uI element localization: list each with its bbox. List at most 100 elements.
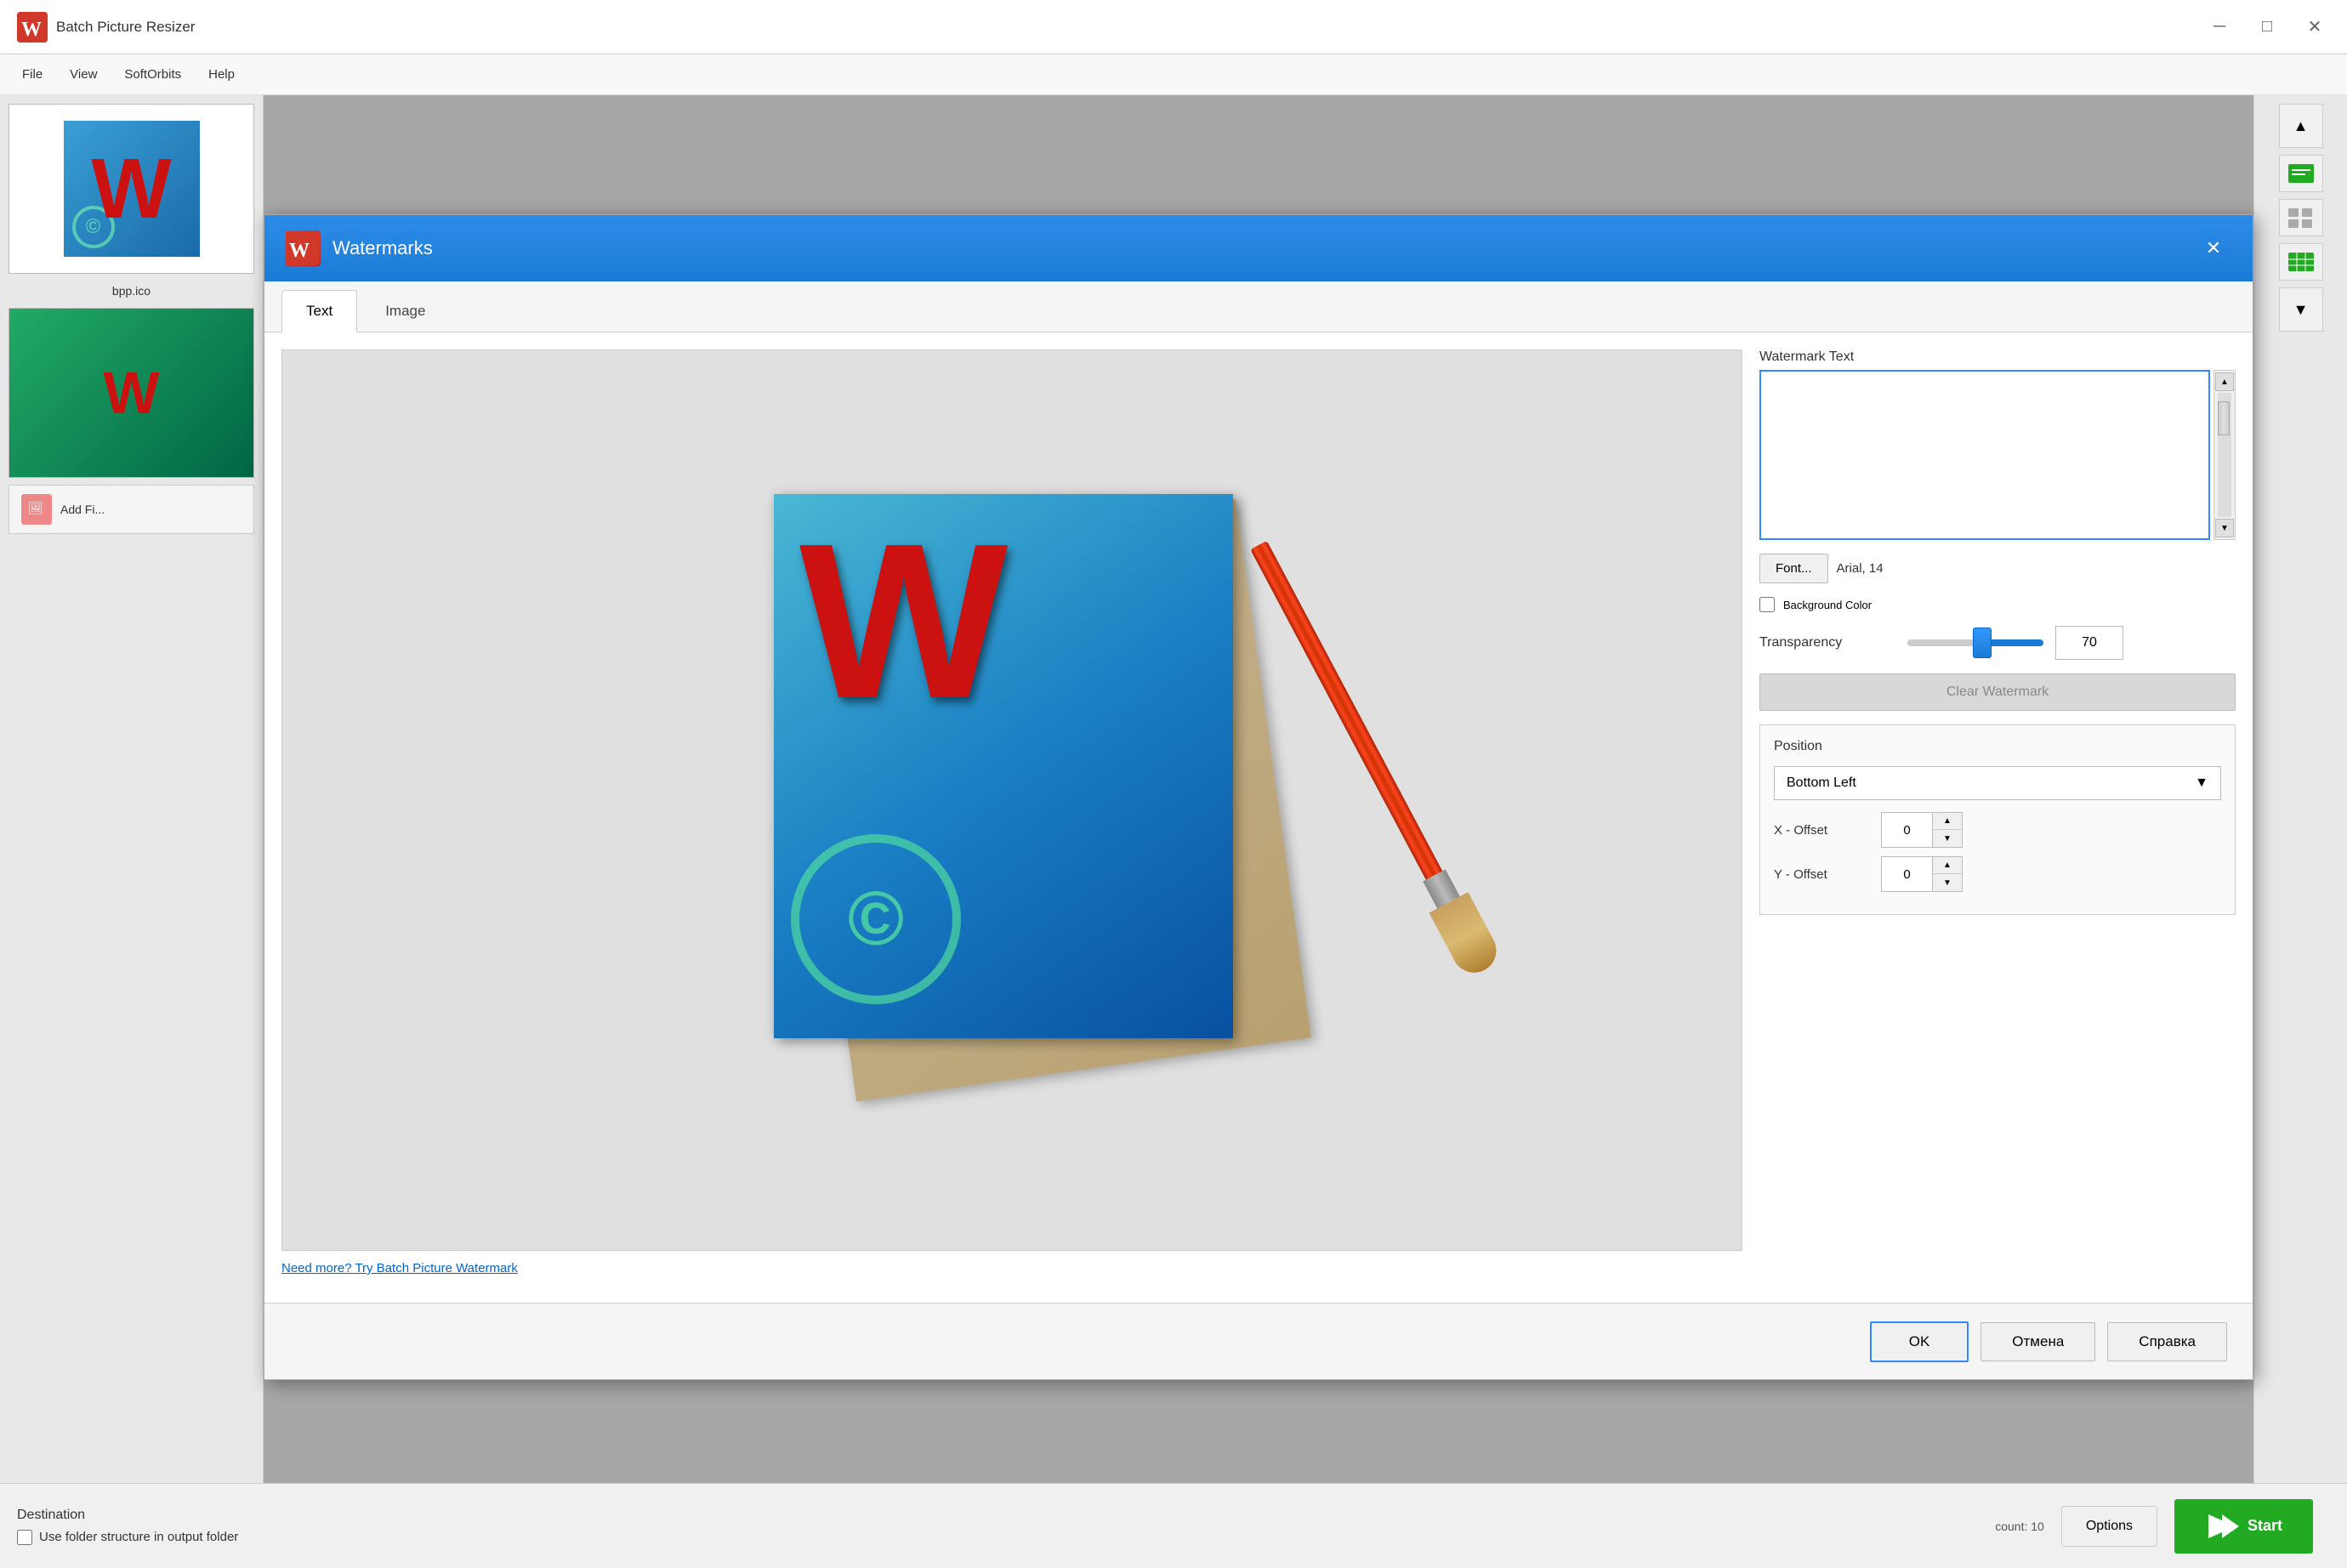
thumbnail-w: W xyxy=(91,140,171,238)
sidebar-thumb-2[interactable]: W xyxy=(9,308,254,478)
preview-image-box: W © xyxy=(281,349,1742,1251)
scroll-up-arrow[interactable]: ▲ xyxy=(2215,372,2234,391)
dropdown-chevron-icon: ▼ xyxy=(2195,775,2208,791)
sidebar-thumb-1[interactable]: W © xyxy=(9,104,254,274)
scroll-down-button[interactable]: ▼ xyxy=(2279,287,2323,332)
bg-color-checkbox[interactable] xyxy=(1759,597,1775,612)
position-section: Position Bottom Left ▼ X - Offset 0 xyxy=(1759,724,2236,915)
y-offset-input[interactable]: 0 xyxy=(1882,857,1933,891)
modal-body: W © xyxy=(264,332,2253,1303)
thumbnail-bg: W © xyxy=(64,121,200,257)
title-bar: W Batch Picture Resizer ─ □ ✕ xyxy=(0,0,2347,54)
sidebar: W © bpp.ico W 🖼 Add Fi... xyxy=(0,95,264,1483)
modal-right-panel: Watermark Text ▲ ▼ xyxy=(1759,349,2236,1286)
x-offset-input[interactable]: 0 xyxy=(1882,813,1933,847)
maximize-button[interactable]: □ xyxy=(2252,12,2282,43)
app-icon: W xyxy=(17,12,48,43)
font-value: Arial, 14 xyxy=(1837,561,1884,576)
view-icon-3[interactable] xyxy=(2279,243,2323,281)
svg-text:W: W xyxy=(289,240,310,262)
app-window: W Batch Picture Resizer ─ □ ✕ File View … xyxy=(0,0,2347,1568)
minimize-button[interactable]: ─ xyxy=(2204,12,2235,43)
view-icon-1[interactable] xyxy=(2279,155,2323,192)
x-offset-row: X - Offset 0 ▲ ▼ xyxy=(1774,812,2221,848)
y-offset-spinner: 0 ▲ ▼ xyxy=(1881,856,1963,892)
cancel-button[interactable]: Отмена xyxy=(1980,1322,2095,1361)
use-folder-checkbox[interactable] xyxy=(17,1530,32,1545)
help-button[interactable]: Справка xyxy=(2107,1322,2227,1361)
app-content: W © bpp.ico W 🖼 Add Fi... xyxy=(0,95,2347,1483)
scroll-track[interactable] xyxy=(2218,393,2231,517)
scroll-down-arrow[interactable]: ▼ xyxy=(2215,519,2234,537)
title-bar-left: W Batch Picture Resizer xyxy=(17,12,195,43)
slider-thumb[interactable] xyxy=(1973,628,1992,658)
x-offset-label: X - Offset xyxy=(1774,823,1867,838)
bottom-left-content: Destination Use folder structure in outp… xyxy=(17,1508,238,1545)
scrollbar: ▲ ▼ xyxy=(2213,370,2236,540)
scroll-thumb xyxy=(2218,401,2230,435)
options-button[interactable]: Options xyxy=(2061,1506,2157,1547)
watermark-text-section: Watermark Text ▲ ▼ xyxy=(1759,349,2236,540)
clear-watermark-button[interactable]: Clear Watermark xyxy=(1759,673,2236,711)
ok-button[interactable]: OK xyxy=(1870,1321,1969,1362)
font-button[interactable]: Font... xyxy=(1759,554,1828,583)
close-button[interactable]: ✕ xyxy=(2299,12,2330,43)
destination-label: Destination xyxy=(17,1508,238,1523)
modal-titlebar: W Watermarks ✕ xyxy=(264,215,2253,281)
start-button[interactable]: Start xyxy=(2174,1499,2313,1554)
transparency-value-input[interactable]: 70 xyxy=(2055,626,2123,660)
tab-text[interactable]: Text xyxy=(281,290,357,332)
y-offset-up-arrow[interactable]: ▲ xyxy=(1933,857,1962,874)
bg-color-label: Background Color xyxy=(1783,599,1872,611)
main-area: W Watermarks ✕ Text Image xyxy=(264,95,2253,1483)
view-icon-2[interactable] xyxy=(2279,199,2323,236)
thumbnail-w2: W xyxy=(103,359,159,427)
modal-tabs: Text Image xyxy=(264,281,2253,332)
use-folder-row: Use folder structure in output folder xyxy=(17,1530,238,1545)
file-count-badge: count: 10 xyxy=(1995,1520,2044,1533)
transparency-slider[interactable] xyxy=(1907,639,2043,646)
menu-softorbits[interactable]: SoftOrbits xyxy=(111,60,195,88)
app-title: Batch Picture Resizer xyxy=(56,19,195,36)
y-offset-down-arrow[interactable]: ▼ xyxy=(1933,874,1962,891)
y-offset-arrows: ▲ ▼ xyxy=(1933,857,1962,891)
add-files-label: Add Fi... xyxy=(60,503,105,516)
menu-file[interactable]: File xyxy=(9,60,56,88)
modal-close-button[interactable]: ✕ xyxy=(2195,230,2232,267)
modal-icon: W xyxy=(285,230,321,266)
bottom-bar: Destination Use folder structure in outp… xyxy=(0,1483,2347,1568)
sidebar-item-label-1: bpp.ico xyxy=(9,281,254,301)
position-dropdown[interactable]: Bottom Left ▼ xyxy=(1774,766,2221,800)
title-bar-controls: ─ □ ✕ xyxy=(2204,12,2330,43)
preview-area: W © xyxy=(281,349,1742,1286)
menu-help[interactable]: Help xyxy=(195,60,248,88)
watermarks-dialog: W Watermarks ✕ Text Image xyxy=(264,214,2253,1380)
x-offset-down-arrow[interactable]: ▼ xyxy=(1933,830,1962,847)
watermark-promo-link[interactable]: Need more? Try Batch Picture Watermark xyxy=(281,1251,1742,1286)
add-files-button[interactable]: 🖼 Add Fi... xyxy=(9,485,254,534)
add-files-icon: 🖼 xyxy=(21,494,52,525)
modal-title-left: W Watermarks xyxy=(285,230,433,266)
modal-overlay: W Watermarks ✕ Text Image xyxy=(264,95,2253,1483)
transparency-row: Transparency 70 xyxy=(1759,626,2236,660)
watermark-text-input[interactable] xyxy=(1759,370,2210,540)
y-offset-row: Y - Offset 0 ▲ ▼ xyxy=(1774,856,2221,892)
svg-text:🖼: 🖼 xyxy=(28,501,43,514)
start-label: Start xyxy=(2248,1517,2282,1535)
watermark-text-label: Watermark Text xyxy=(1759,349,2236,365)
scroll-up-button[interactable]: ▲ xyxy=(2279,104,2323,148)
logo-copyright-circle: © xyxy=(791,834,961,1004)
bottom-right-content: count: 10 Options Start xyxy=(264,1499,2330,1554)
modal-title-text: Watermarks xyxy=(332,237,433,259)
x-offset-up-arrow[interactable]: ▲ xyxy=(1933,813,1962,830)
logo-paper-front: W © xyxy=(774,494,1233,1038)
font-row: Font... Arial, 14 xyxy=(1759,554,2236,583)
logo-w-letter: W xyxy=(774,494,1233,749)
modal-footer: OK Отмена Справка xyxy=(264,1303,2253,1379)
menu-view[interactable]: View xyxy=(56,60,111,88)
y-offset-label: Y - Offset xyxy=(1774,867,1867,882)
tab-image[interactable]: Image xyxy=(361,290,450,332)
x-offset-spinner: 0 ▲ ▼ xyxy=(1881,812,1963,848)
textarea-row: ▲ ▼ xyxy=(1759,370,2236,540)
svg-text:W: W xyxy=(21,19,42,41)
